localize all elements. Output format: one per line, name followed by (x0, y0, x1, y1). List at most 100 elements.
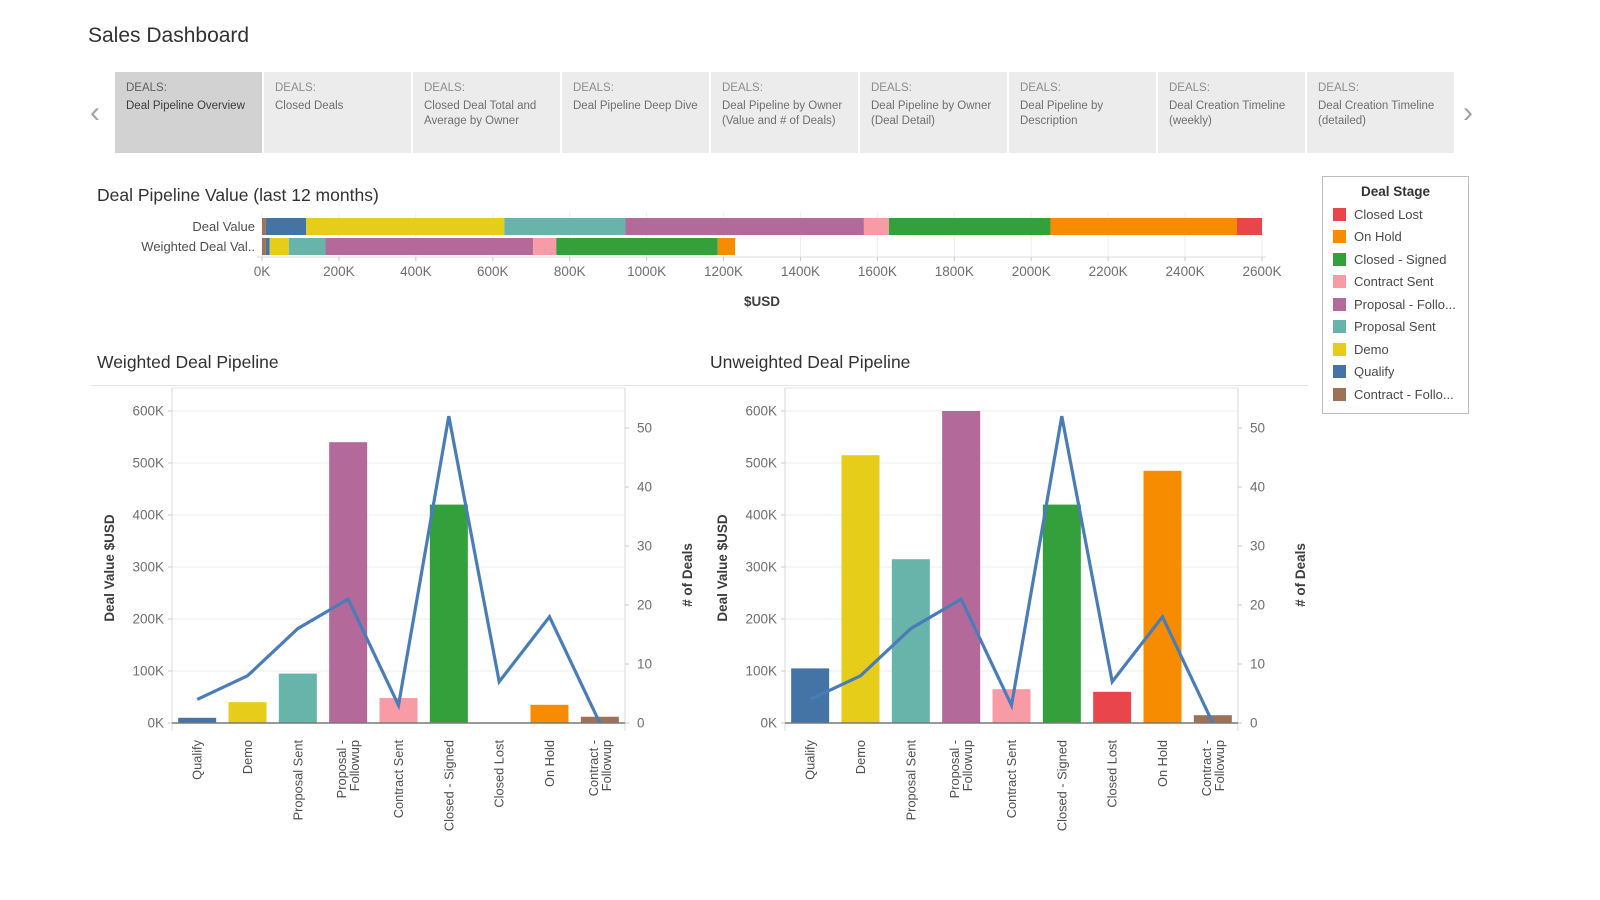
category-label: Contract Sent (391, 740, 406, 819)
bar-on-hold[interactable] (1144, 471, 1182, 723)
tab-closed-deals[interactable]: DEALS: Closed Deals (264, 72, 411, 153)
combo-chart-svg: 0K100K200K300K400K500K600K01020304050Qua… (705, 378, 1317, 858)
y-right-tick-label: 20 (1250, 598, 1265, 613)
category-label: Closed - Signed (441, 740, 456, 831)
segment-contract-sent[interactable] (864, 218, 889, 235)
bar-demo[interactable] (229, 702, 267, 723)
category-label: Proposal Sent (903, 740, 918, 821)
weighted-deal-pipeline-chart: Weighted Deal Pipeline 0K100K200K300K400… (92, 345, 704, 860)
tab-creation-timeline-detailed[interactable]: DEALS: Deal Creation Timeline (detailed) (1307, 72, 1454, 153)
segment-on-hold[interactable] (1050, 218, 1237, 235)
bar-proposal-followup[interactable] (329, 442, 367, 723)
bar-on-hold[interactable] (531, 705, 569, 723)
category-label: Demo (853, 740, 868, 774)
deal-pipeline-value-chart: Deal ValueWeighted Deal Val..0K200K400K6… (97, 210, 1307, 320)
tab-kicker: DEALS: (424, 81, 549, 97)
segment-proposal-sent[interactable] (504, 218, 625, 235)
segment-closed-signed[interactable] (889, 218, 1051, 235)
y-right-tick-label: 30 (1250, 539, 1265, 554)
category-label: On Hold (542, 740, 557, 787)
legend-label: Demo (1354, 342, 1389, 357)
tab-deal-pipeline-overview[interactable]: DEALS: Deal Pipeline Overview (115, 72, 262, 153)
tab-scroll-right-icon[interactable]: › (1463, 96, 1473, 130)
tab-scroll-left-icon[interactable]: ‹ (90, 96, 100, 130)
y-right-tick-label: 10 (637, 657, 652, 672)
legend-item-contract-followup[interactable]: Contract - Follo... (1323, 383, 1468, 406)
segment-proposal-followup[interactable] (625, 218, 863, 235)
tab-label: Deal Pipeline by Owner (Deal Detail) (871, 99, 996, 130)
tab-creation-timeline-weekly[interactable]: DEALS: Deal Creation Timeline (weekly) (1158, 72, 1305, 153)
proposal-followup-swatch-icon (1333, 298, 1346, 311)
legend-item-contract-sent[interactable]: Contract Sent (1323, 271, 1468, 294)
bar-closed-lost[interactable] (1093, 692, 1131, 723)
unweighted-deal-pipeline-chart: Unweighted Deal Pipeline 0K100K200K300K4… (705, 345, 1317, 860)
legend-item-demo[interactable]: Demo (1323, 338, 1468, 361)
segment-contract-sent[interactable] (533, 238, 556, 255)
tab-label: Deal Pipeline Overview (126, 99, 251, 115)
segment-contract-followup[interactable] (262, 238, 266, 255)
tab-kicker: DEALS: (1020, 81, 1145, 97)
bar-proposal-followup[interactable] (942, 411, 980, 723)
segment-qualify[interactable] (266, 218, 306, 235)
tab-pipeline-by-owner-value[interactable]: DEALS: Deal Pipeline by Owner (Value and… (711, 72, 858, 153)
y-right-tick-label: 10 (1250, 657, 1265, 672)
combo-chart-svg: 0K100K200K300K400K500K600K01020304050Qua… (92, 378, 704, 858)
tab-pipeline-by-owner-detail[interactable]: DEALS: Deal Pipeline by Owner (Deal Deta… (860, 72, 1007, 153)
category-label: Demo (240, 740, 255, 774)
x-tick-label: 2000K (1012, 264, 1051, 279)
segment-demo[interactable] (306, 218, 504, 235)
segment-on-hold[interactable] (718, 238, 735, 255)
demo-swatch-icon (1333, 343, 1346, 356)
proposal-sent-swatch-icon (1333, 320, 1346, 333)
bar-qualify[interactable] (178, 718, 216, 723)
segment-proposal-followup[interactable] (325, 238, 533, 255)
deal-count-line[interactable] (197, 416, 600, 723)
bar-proposal-sent[interactable] (279, 674, 317, 723)
legend-item-qualify[interactable]: Qualify (1323, 361, 1468, 384)
y-right-tick-label: 40 (1250, 480, 1265, 495)
legend-item-proposal-followup[interactable]: Proposal - Follo... (1323, 293, 1468, 316)
tab-deal-pipeline-deep-dive[interactable]: DEALS: Deal Pipeline Deep Dive (562, 72, 709, 153)
contract-sent-swatch-icon (1333, 275, 1346, 288)
y-right-axis-title: # of Deals (680, 543, 695, 607)
bar-closed-signed[interactable] (1043, 505, 1081, 723)
y-left-tick-label: 0K (760, 716, 777, 731)
legend-item-proposal-sent[interactable]: Proposal Sent (1323, 316, 1468, 339)
tab-pipeline-by-description[interactable]: DEALS: Deal Pipeline by Description (1009, 72, 1156, 153)
tab-closed-deal-total-average[interactable]: DEALS: Closed Deal Total and Average by … (413, 72, 560, 153)
segment-closed-signed[interactable] (556, 238, 718, 255)
segment-closed-lost[interactable] (1237, 218, 1262, 235)
segment-contract-followup[interactable] (262, 218, 266, 235)
tab-kicker: DEALS: (1169, 81, 1294, 97)
unweighted-chart-title: Unweighted Deal Pipeline (710, 352, 910, 373)
category-label: Followup (347, 740, 362, 791)
segment-demo[interactable] (270, 238, 289, 255)
y-right-tick-label: 40 (637, 480, 652, 495)
legend-label: Proposal Sent (1354, 319, 1436, 334)
x-tick-label: 0K (254, 264, 271, 279)
legend-item-on-hold[interactable]: On Hold (1323, 226, 1468, 249)
legend-item-closed-lost[interactable]: Closed Lost (1323, 203, 1468, 226)
category-label: Closed - Signed (1054, 740, 1069, 831)
stacked-bar-svg: Deal ValueWeighted Deal Val..0K200K400K6… (97, 210, 1307, 320)
x-tick-label: 1200K (704, 264, 743, 279)
x-tick-label: 2600K (1242, 264, 1281, 279)
x-tick-label: 2200K (1089, 264, 1128, 279)
bar-qualify[interactable] (791, 668, 829, 723)
segment-qualify[interactable] (266, 238, 270, 255)
y-left-tick-label: 300K (745, 560, 777, 575)
y-left-tick-label: 400K (132, 508, 164, 523)
y-right-tick-label: 20 (637, 598, 652, 613)
x-tick-label: 1400K (781, 264, 820, 279)
row-label: Deal Value (192, 219, 255, 234)
category-label: Contract Sent (1004, 740, 1019, 819)
segment-proposal-sent[interactable] (289, 238, 326, 255)
category-label: Followup (960, 740, 975, 791)
legend-label: Contract - Follo... (1354, 387, 1454, 402)
tab-label: Closed Deal Total and Average by Owner (424, 99, 549, 130)
contract-followup-swatch-icon (1333, 388, 1346, 401)
bar-closed-signed[interactable] (430, 505, 468, 723)
legend-label: Closed Lost (1354, 207, 1423, 222)
tab-label: Deal Pipeline by Owner (Value and # of D… (722, 99, 847, 130)
legend-item-closed-signed[interactable]: Closed - Signed (1323, 248, 1468, 271)
